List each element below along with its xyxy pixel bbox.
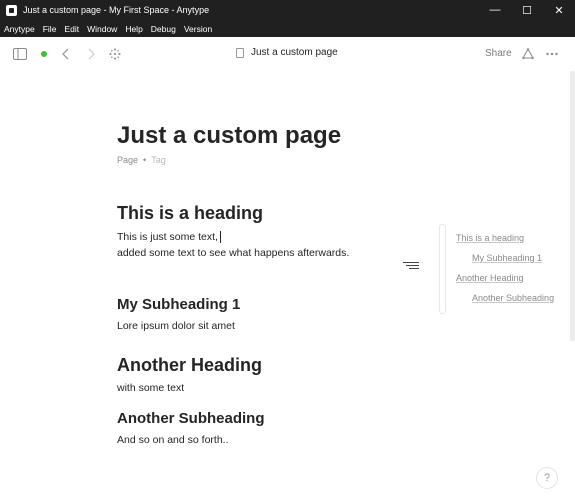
text-block[interactable]: added some text to see what happens afte… [117, 247, 349, 259]
menu-version[interactable]: Version [184, 24, 212, 34]
subheading-block[interactable]: My Subheading 1 [117, 296, 240, 313]
anytype-logo-icon [6, 4, 17, 16]
menu-window[interactable]: Window [87, 24, 117, 34]
text-block[interactable]: with some text [117, 382, 184, 394]
window-controls: — ☐ ✕ [479, 0, 575, 20]
minimize-button[interactable]: — [479, 0, 511, 20]
toolbar-page-title[interactable]: Just a custom page [236, 47, 338, 58]
share-button[interactable]: Share [485, 48, 512, 59]
menu-bar: Anytype File Edit Window Help Debug Vers… [0, 20, 575, 37]
toc-rail [439, 224, 446, 314]
object-type-label[interactable]: Page [117, 155, 138, 165]
document-icon [236, 47, 244, 58]
graph-icon[interactable] [109, 45, 121, 63]
forward-arrow-icon[interactable] [87, 45, 95, 63]
maximize-button[interactable]: ☐ [511, 0, 543, 20]
page-toolbar: Just a custom page Share [0, 37, 575, 71]
sidebar-toggle-icon[interactable] [13, 45, 27, 63]
heading-block[interactable]: Another Heading [117, 355, 262, 376]
text-block-content: This is just some text, [117, 231, 218, 243]
title-bar: Just a custom page - My First Space - An… [0, 0, 575, 20]
tag-placeholder[interactable]: Tag [151, 155, 166, 165]
menu-help[interactable]: Help [125, 24, 142, 34]
toc-item[interactable]: This is a heading [456, 233, 524, 243]
menu-debug[interactable]: Debug [151, 24, 176, 34]
subheading-block[interactable]: Another Subheading [117, 410, 265, 427]
widget-icon[interactable] [522, 45, 534, 63]
toc-item[interactable]: Another Heading [456, 273, 524, 283]
table-of-contents-toggle-icon[interactable] [403, 261, 419, 271]
menu-anytype[interactable]: Anytype [4, 24, 35, 34]
page-meta: Page • Tag [117, 155, 166, 165]
window-title: Just a custom page - My First Space - An… [23, 5, 210, 15]
page-title[interactable]: Just a custom page [117, 122, 341, 150]
app-window: Just a custom page - My First Space - An… [0, 0, 575, 500]
menu-file[interactable]: File [43, 24, 57, 34]
text-cursor [219, 231, 221, 244]
editor-content: Just a custom page Page • Tag This is a … [0, 71, 575, 500]
back-arrow-icon[interactable] [62, 45, 70, 63]
close-button[interactable]: ✕ [543, 0, 575, 20]
sync-status-dot[interactable] [40, 45, 48, 63]
text-block[interactable]: This is just some text, [117, 231, 221, 244]
scrollbar[interactable] [570, 71, 575, 341]
text-block[interactable]: And so on and so forth.. [117, 434, 229, 446]
more-icon[interactable] [546, 45, 558, 63]
menu-edit[interactable]: Edit [64, 24, 79, 34]
toolbar-page-title-label: Just a custom page [251, 47, 338, 58]
meta-separator: • [143, 155, 147, 165]
heading-block[interactable]: This is a heading [117, 203, 263, 224]
help-button[interactable]: ? [536, 467, 558, 489]
toc-item[interactable]: Another Subheading [472, 293, 554, 303]
toc-item[interactable]: My Subheading 1 [472, 253, 542, 263]
text-block[interactable]: Lore ipsum dolor sit amet [117, 320, 235, 332]
